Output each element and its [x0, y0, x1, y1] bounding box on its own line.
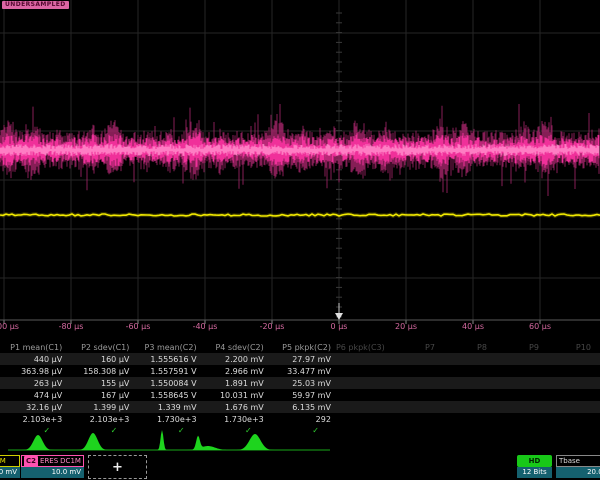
channel-descriptor-c1[interactable]: C1 DC1M 10.0 mV — [0, 455, 20, 479]
histicon-p2[interactable] — [75, 433, 121, 450]
param-column-header[interactable]: P1 mean(C1) — [0, 343, 67, 352]
hd-badge: HD — [517, 455, 552, 467]
time-axis-label: 60 µs — [529, 322, 551, 331]
timebase-descriptor[interactable]: Tbase 20.0 µs — [556, 455, 600, 479]
measurement-value: 2.103e+3 — [67, 415, 134, 424]
time-axis-label: -60 µs — [126, 322, 151, 331]
measurement-value: 474 µV — [0, 391, 67, 400]
add-trace-button[interactable]: + — [88, 455, 147, 479]
measurement-value: 155 µV — [67, 379, 134, 388]
measurement-value: 1.555616 V — [134, 355, 201, 364]
measurement-value: 1.557591 V — [134, 367, 201, 376]
tbase-tdiv: 20.0 µs — [556, 467, 600, 478]
time-axis-label: -20 µs — [260, 322, 285, 331]
measurement-row-value: 440 µV160 µV1.555616 V2.200 mV27.97 mV — [0, 353, 600, 365]
measurement-row-status: ✓✓✓✓✓ — [0, 425, 600, 435]
measurement-value: 6.135 mV — [269, 403, 336, 412]
param-column-header[interactable]: P9 — [492, 343, 544, 352]
measurement-value: 263 µV — [0, 379, 67, 388]
c1-vdiv: 10.0 mV — [0, 467, 20, 478]
measurement-value: 1.558645 V — [134, 391, 201, 400]
oscilloscope-screen: UNDERSAMPLED -100 µs -80 µs -60 µs -40 µs -2… — [0, 0, 600, 480]
param-column-header[interactable]: P4 sdev(C2) — [202, 343, 269, 352]
histicon-p1[interactable] — [20, 435, 66, 450]
measurement-value: 158.308 µV — [67, 367, 134, 376]
param-column-header[interactable]: P3 mean(C2) — [134, 343, 201, 352]
param-column-header[interactable]: P8 — [440, 343, 492, 352]
hd-mode-descriptor[interactable]: HD 12 Bits — [517, 455, 552, 479]
measurement-value: 440 µV — [0, 355, 67, 364]
measurement-value: 32.16 µV — [0, 403, 67, 412]
measurement-value: 33.477 mV — [269, 367, 336, 376]
status-check-icon: ✓ — [67, 426, 134, 435]
param-column-header[interactable]: P10 — [544, 343, 596, 352]
time-axis-label: -40 µs — [193, 322, 218, 331]
measurement-value: 2.103e+3 — [0, 415, 67, 424]
measurement-value: 1.730e+3 — [134, 415, 201, 424]
measurement-row-max: 474 µV167 µV1.558645 V10.031 mV59.97 mV — [0, 389, 600, 401]
measurement-value: 167 µV — [67, 391, 134, 400]
measurement-value: 2.966 mV — [202, 367, 269, 376]
measurement-row-min: 263 µV155 µV1.550084 V1.891 mV25.03 mV — [0, 377, 600, 389]
channel-descriptor-c2[interactable]: C2 ERES DC1M 10.0 mV — [21, 455, 84, 479]
time-axis-label: 0 µs — [331, 322, 348, 331]
measurement-value: 27.97 mV — [269, 355, 336, 364]
time-axis-label: 40 µs — [462, 322, 484, 331]
histicon-p5[interactable] — [237, 434, 283, 450]
c2-label: C2 — [24, 456, 38, 467]
measurement-value: 10.031 mV — [202, 391, 269, 400]
plus-icon: + — [112, 462, 123, 473]
measurement-value: 1.339 mV — [134, 403, 201, 412]
param-column-header[interactable]: P2 sdev(C1) — [67, 343, 134, 352]
measurement-value: 292 — [269, 415, 336, 424]
param-column-header[interactable]: P7 — [388, 343, 440, 352]
time-axis-label: -100 µs — [0, 322, 19, 331]
measurement-row-num: 2.103e+32.103e+31.730e+31.730e+3292 — [0, 413, 600, 425]
measurement-value: 1.676 mV — [202, 403, 269, 412]
measurement-row-sdev: 32.16 µV1.399 µV1.339 mV1.676 mV6.135 mV — [0, 401, 600, 413]
measurement-value: 160 µV — [67, 355, 134, 364]
param-column-header[interactable]: P5 pkpk(C2) — [269, 343, 336, 352]
c2-vdiv: 10.0 mV — [21, 467, 84, 478]
histicon-p4[interactable] — [180, 436, 226, 450]
c1-coupling: DC1M — [0, 456, 6, 467]
tbase-label: Tbase — [556, 455, 600, 467]
measurement-value: 1.891 mV — [202, 379, 269, 388]
status-check-icon: ✓ — [134, 426, 201, 435]
measurement-value: 59.97 mV — [269, 391, 336, 400]
measurement-value: 1.730e+3 — [202, 415, 269, 424]
time-axis-label: 20 µs — [395, 322, 417, 331]
measurement-row-mean: 363.98 µV158.308 µV1.557591 V2.966 mV33.… — [0, 365, 600, 377]
status-check-icon: ✓ — [0, 426, 67, 435]
undersampled-badge: UNDERSAMPLED — [2, 1, 69, 9]
status-check-icon: ✓ — [202, 426, 269, 435]
c2-mode: ERES — [40, 456, 58, 467]
param-column-header[interactable]: P6 pkpk(C3) — [336, 343, 388, 352]
time-axis: -100 µs -80 µs -60 µs -40 µs -20 µs 0 µs 20 µs… — [0, 322, 600, 334]
c2-coupling: DC1M — [60, 456, 81, 467]
time-axis-label: -80 µs — [59, 322, 84, 331]
measurement-value: 363.98 µV — [0, 367, 67, 376]
measurement-table: P1 mean(C1)P2 sdev(C1)P3 mean(C2)P4 sdev… — [0, 341, 600, 435]
status-check-icon: ✓ — [269, 426, 336, 435]
measurement-value: 1.399 µV — [67, 403, 134, 412]
hd-bits: 12 Bits — [517, 467, 552, 478]
measurement-value: 1.550084 V — [134, 379, 201, 388]
measurement-value: 2.200 mV — [202, 355, 269, 364]
measurement-value: 25.03 mV — [269, 379, 336, 388]
